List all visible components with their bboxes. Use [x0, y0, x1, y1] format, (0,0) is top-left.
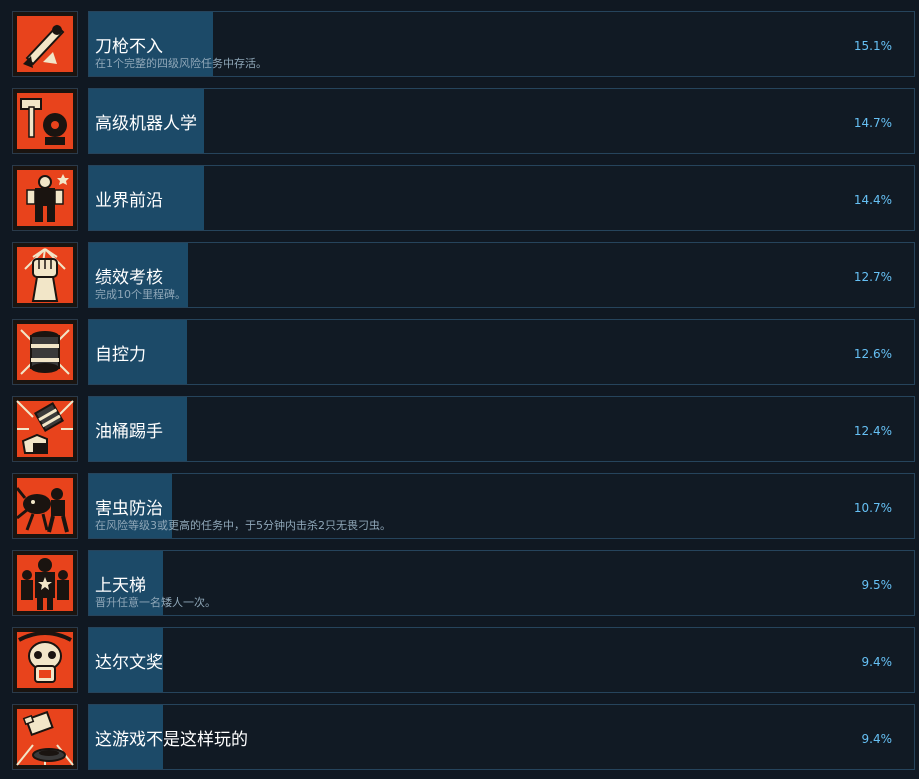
achievement-description: 晋升任意一名矮人一次。 [95, 596, 216, 609]
progress-bar: 达尔文奖 9.4% [88, 627, 915, 693]
achievement-title: 这游戏不是这样玩的 [95, 730, 248, 750]
unlock-percent: 12.6% [853, 347, 892, 361]
raised-fist-icon [12, 242, 78, 308]
achievement-description: 在风险等级3或更高的任务中，于5分钟内击杀2只无畏刁虫。 [95, 519, 391, 532]
achievement-row[interactable]: 刀枪不入 在1个完整的四级风险任务中存活。 15.1% [12, 11, 915, 77]
progress-bar: 自控力 12.6% [88, 319, 915, 385]
achievement-title: 油桶踢手 [95, 422, 163, 442]
achievement-row[interactable]: 高级机器人学 14.7% [12, 88, 915, 154]
achievement-title: 害虫防治 [95, 499, 163, 519]
mech-suit-icon [12, 165, 78, 231]
unlock-percent: 10.7% [853, 501, 892, 515]
broken-drill-icon [12, 704, 78, 770]
achievement-title: 绩效考核 [95, 268, 163, 288]
unlock-percent: 12.7% [853, 270, 892, 284]
progress-bar: 上天梯 晋升任意一名矮人一次。 9.5% [88, 550, 915, 616]
achievement-title: 自控力 [95, 345, 146, 365]
achievement-row[interactable]: 绩效考核 完成10个里程碑。 12.7% [12, 242, 915, 308]
unlock-percent: 14.7% [853, 116, 892, 130]
hammer-robot-icon [12, 88, 78, 154]
skull-icon [12, 627, 78, 693]
achievement-row[interactable]: 这游戏不是这样玩的 9.4% [12, 704, 915, 770]
unlock-percent: 12.4% [853, 424, 892, 438]
progress-bar: 绩效考核 完成10个里程碑。 12.7% [88, 242, 915, 308]
achievement-row[interactable]: 达尔文奖 9.4% [12, 627, 915, 693]
bug-fight-icon [12, 473, 78, 539]
progress-bar: 刀枪不入 在1个完整的四级风险任务中存活。 15.1% [88, 11, 915, 77]
achievement-row[interactable]: 油桶踢手 12.4% [12, 396, 915, 462]
achievement-title: 业界前沿 [95, 191, 163, 211]
rocket-shield-icon [12, 11, 78, 77]
achievement-row[interactable]: 上天梯 晋升任意一名矮人一次。 9.5% [12, 550, 915, 616]
achievement-row[interactable]: 害虫防治 在风险等级3或更高的任务中，于5分钟内击杀2只无畏刁虫。 10.7% [12, 473, 915, 539]
progress-bar: 害虫防治 在风险等级3或更高的任务中，于5分钟内击杀2只无畏刁虫。 10.7% [88, 473, 915, 539]
progress-bar: 高级机器人学 14.7% [88, 88, 915, 154]
dwarf-group-icon [12, 550, 78, 616]
achievement-row[interactable]: 业界前沿 14.4% [12, 165, 915, 231]
unlock-percent: 15.1% [853, 39, 892, 53]
achievement-list: 刀枪不入 在1个完整的四级风险任务中存活。 15.1% 高级机器人学 14.7% [0, 0, 919, 779]
achievement-description: 在1个完整的四级风险任务中存活。 [95, 57, 267, 70]
barrel-kick-icon [12, 396, 78, 462]
barrel-icon [12, 319, 78, 385]
unlock-percent: 9.4% [861, 732, 893, 746]
unlock-percent: 14.4% [853, 193, 892, 207]
achievement-title: 达尔文奖 [95, 653, 163, 673]
unlock-percent: 9.4% [861, 655, 893, 669]
achievement-title: 高级机器人学 [95, 114, 197, 134]
progress-bar: 油桶踢手 12.4% [88, 396, 915, 462]
achievement-description: 完成10个里程碑。 [95, 288, 186, 301]
progress-bar: 这游戏不是这样玩的 9.4% [88, 704, 915, 770]
progress-bar: 业界前沿 14.4% [88, 165, 915, 231]
achievement-title: 上天梯 [95, 576, 146, 596]
achievement-title: 刀枪不入 [95, 37, 163, 57]
achievement-row[interactable]: 自控力 12.6% [12, 319, 915, 385]
unlock-percent: 9.5% [861, 578, 893, 592]
